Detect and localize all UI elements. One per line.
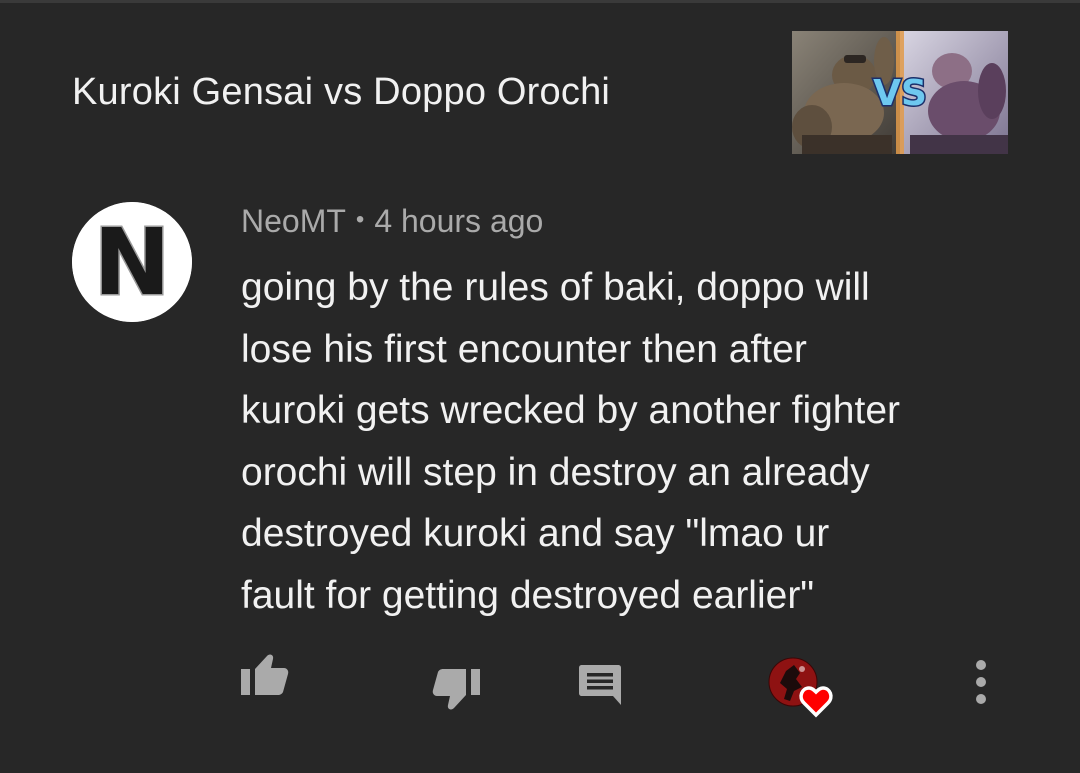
comment-text-line: fault for getting destroyed earlier": [241, 573, 815, 617]
avatar-image: N: [72, 202, 192, 322]
thumbnail-image: VS: [792, 31, 1008, 154]
creator-heart-icon: [768, 657, 833, 718]
comment-text-line: destroyed kuroki and say "lmao ur: [241, 512, 830, 555]
comment-text-line: going by the rules of baki, doppo will: [241, 266, 870, 309]
comment-author[interactable]: NeoMT: [241, 203, 346, 239]
comment-header: NeoMT • 4 hours ago: [241, 203, 543, 240]
comment-text-line: orochi will step in destroy an already: [241, 450, 870, 494]
thumb-down-icon: [432, 669, 480, 710]
comment-text: going by the rules of baki, doppo will l…: [241, 257, 1001, 626]
comment-icon: [579, 665, 621, 705]
video-thumbnail[interactable]: VS: [792, 31, 1008, 154]
meta-separator: •: [355, 206, 365, 233]
video-title[interactable]: Kuroki Gensai vs Doppo Orochi: [72, 71, 610, 114]
more-options-button[interactable]: [968, 659, 994, 705]
comment-text-line: lose his first encounter then after: [241, 327, 807, 371]
more-vert-icon: [976, 660, 986, 704]
comment-timestamp[interactable]: 4 hours ago: [374, 203, 543, 239]
thumb-up-icon: [241, 654, 289, 695]
reply-button[interactable]: [578, 663, 622, 707]
comment-page: Kuroki Gensai vs Doppo Orochi VS N NeoMT…: [0, 0, 1080, 773]
dislike-button[interactable]: [432, 667, 480, 711]
creator-heart[interactable]: [768, 657, 838, 719]
thumbnail-vs-text: VS: [873, 73, 927, 114]
comment-text-line: kuroki gets wrecked by another fighter: [241, 389, 901, 432]
avatar-letter: N: [94, 209, 171, 316]
author-avatar[interactable]: N: [72, 202, 192, 322]
like-button[interactable]: [241, 653, 289, 697]
